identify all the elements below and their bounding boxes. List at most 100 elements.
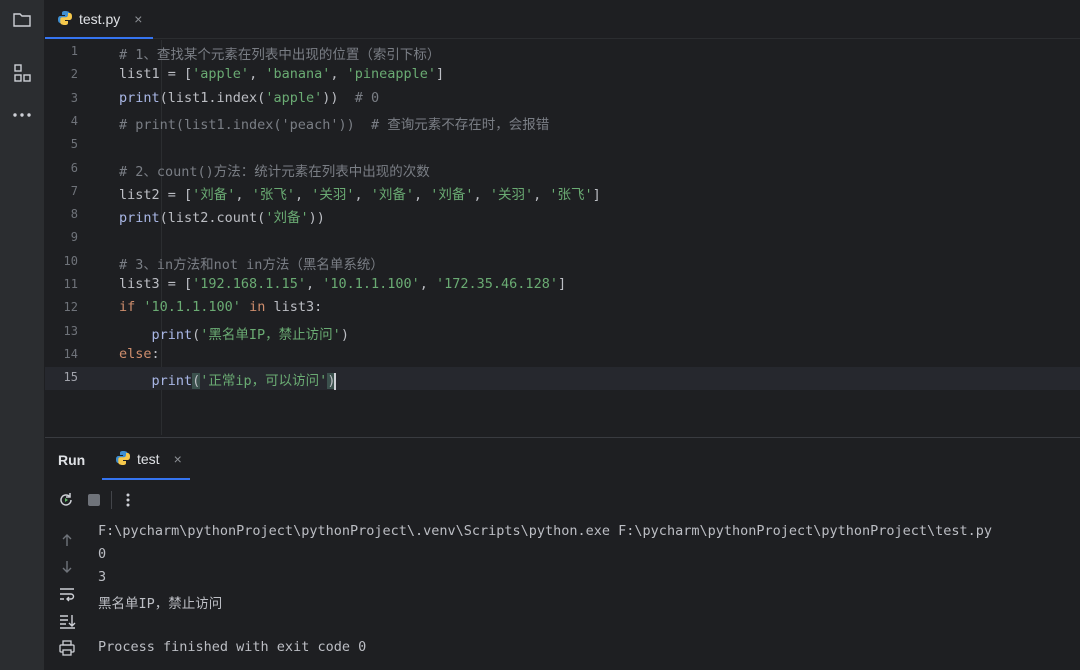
line-number: 7 — [70, 183, 78, 198]
code-token: '张飞' — [549, 186, 593, 203]
code-token: 'apple' — [265, 89, 323, 106]
code-token: , — [294, 186, 312, 203]
code-token: print — [119, 89, 160, 106]
line-number: 8 — [70, 207, 78, 222]
code-token: list3 = [ — [119, 276, 193, 292]
code-token: else — [119, 345, 152, 362]
code-text: print('正常ip，可以访问') — [119, 369, 337, 390]
more-vertical-icon[interactable] — [116, 488, 140, 512]
code-line[interactable]: 14 else: — [45, 344, 1080, 367]
line-number: 13 — [63, 323, 78, 338]
code-text: list2 = ['刘备', '张飞', '关羽', '刘备', '刘备', '… — [119, 183, 601, 203]
code-token: '正常ip，可以访问' — [200, 373, 328, 390]
code-text: print(list2.count('刘备')) — [119, 206, 325, 226]
code-line[interactable]: 3 print(list1.index('apple')) # 0 — [45, 88, 1080, 111]
code-line[interactable]: 9 — [45, 227, 1080, 250]
code-line[interactable]: 11 list3 = ['192.168.1.15', '10.1.1.100',… — [45, 274, 1080, 297]
run-tab-label: test — [137, 451, 160, 467]
scroll-to-end-icon[interactable] — [55, 609, 79, 633]
console-line: F:\pycharm\pythonProject\pythonProject\.… — [98, 523, 993, 539]
code-line[interactable]: 10 # 3、in方法和not in方法（黑名单系统） — [45, 251, 1080, 274]
code-token: (list2.count( — [159, 210, 266, 227]
code-token: , — [414, 186, 431, 203]
python-file-icon — [57, 10, 73, 29]
code-text: if '10.1.1.100' in list3: — [119, 299, 322, 315]
console-line: 黑名单IP，禁止访问 — [98, 596, 223, 612]
code-token: , — [419, 276, 437, 292]
line-number: 12 — [63, 300, 78, 315]
code-token: '黑名单IP，禁止访问' — [200, 326, 341, 343]
code-line[interactable]: 6 # 2、count()方法：统计元素在列表中出现的次数 — [45, 158, 1080, 181]
code-line[interactable]: 13 print('黑名单IP，禁止访问') — [45, 321, 1080, 344]
code-line[interactable]: 1 # 1、查找某个元素在列表中出现的位置（索引下标） — [45, 41, 1080, 64]
code-token: '关羽' — [311, 186, 355, 203]
code-token: , — [249, 66, 266, 83]
code-token: , — [330, 66, 347, 83]
tab-label: test.py — [79, 11, 121, 27]
line-number: 14 — [63, 346, 78, 361]
code-token: # 1、查找某个元素在列表中出现的位置（索引下标） — [119, 47, 441, 63]
code-line[interactable]: 5 — [45, 134, 1080, 157]
code-token: , — [533, 186, 550, 203]
code-line-current[interactable]: 15 print('正常ip，可以访问') — [45, 367, 1080, 391]
print-icon[interactable] — [55, 636, 79, 660]
folder-icon[interactable] — [10, 8, 34, 32]
code-line[interactable]: 8 print(list2.count('刘备')) — [45, 204, 1080, 227]
rerun-icon[interactable] — [54, 488, 78, 512]
code-token: )) — [308, 210, 325, 227]
run-tool-window: Run test × F:\pycharm\pythonProject\pyth… — [45, 437, 1080, 670]
code-line[interactable]: 7 list2 = ['刘备', '张飞', '关羽', '刘备', '刘备', … — [45, 181, 1080, 204]
text-caret — [334, 372, 337, 390]
tab-test-py[interactable]: test.py × — [57, 0, 142, 38]
run-tab-test[interactable]: test × — [115, 438, 182, 480]
soft-wrap-icon[interactable] — [55, 582, 79, 606]
code-token: , — [235, 186, 252, 203]
code-token: )) — [322, 89, 355, 106]
code-token: ] — [557, 276, 567, 292]
close-tab-icon[interactable]: × — [134, 11, 142, 27]
code-token: in — [240, 299, 274, 316]
code-text: # 2、count()方法：统计元素在列表中出现的次数 — [119, 160, 430, 180]
code-token: print — [151, 326, 193, 343]
stop-icon[interactable] — [82, 488, 106, 512]
line-number: 11 — [63, 277, 78, 291]
up-arrow-icon[interactable] — [55, 528, 79, 552]
code-text: # 3、in方法和not in方法（黑名单系统） — [119, 253, 384, 273]
console-output[interactable]: F:\pycharm\pythonProject\pythonProject\.… — [98, 520, 1080, 670]
close-run-tab-icon[interactable]: × — [174, 451, 182, 467]
line-number: 1 — [70, 44, 78, 58]
code-text: list3 = ['192.168.1.15', '10.1.1.100', '… — [119, 276, 566, 292]
active-tab-indicator — [45, 37, 153, 39]
code-editor[interactable]: 1 # 1、查找某个元素在列表中出现的位置（索引下标） 2 list1 = ['app… — [45, 40, 1080, 435]
console-line: 3 — [98, 569, 107, 585]
structure-icon[interactable] — [10, 61, 34, 85]
more-icon[interactable] — [10, 103, 34, 127]
run-title: Run — [58, 452, 86, 468]
code-token: ] — [592, 186, 601, 203]
line-number: 10 — [63, 253, 78, 268]
run-toolbar — [45, 488, 1080, 512]
console-line: 0 — [98, 546, 107, 562]
line-number: 6 — [70, 160, 78, 175]
code-text: print(list1.index('apple')) # 0 — [119, 90, 379, 106]
toolbar-separator — [111, 491, 112, 509]
code-token: # 2、count()方法：统计元素在列表中出现的次数 — [119, 163, 430, 180]
code-line[interactable]: 2 list1 = ['apple', 'banana', 'pineapple'… — [45, 64, 1080, 87]
code-token: list1 = [ — [119, 66, 193, 83]
code-line[interactable]: 4 # print(list1.index('peach')) # 查询元素不存在… — [45, 111, 1080, 134]
code-token: , — [354, 186, 371, 203]
run-tab-indicator — [102, 478, 190, 480]
code-token: 'pineapple' — [346, 66, 437, 83]
code-token: print — [151, 373, 193, 390]
console-line: Process finished with exit code 0 — [98, 639, 367, 655]
code-token: # 0 — [354, 89, 380, 106]
editor-tab-bar: test.py × — [45, 0, 1080, 39]
code-token: , — [305, 276, 323, 292]
code-token: print — [119, 210, 160, 227]
down-arrow-icon[interactable] — [55, 555, 79, 579]
code-token: 'banana' — [265, 66, 331, 83]
code-line[interactable]: 12 if '10.1.1.100' in list3: — [45, 297, 1080, 320]
code-text: # 1、查找某个元素在列表中出现的位置（索引下标） — [119, 43, 440, 63]
